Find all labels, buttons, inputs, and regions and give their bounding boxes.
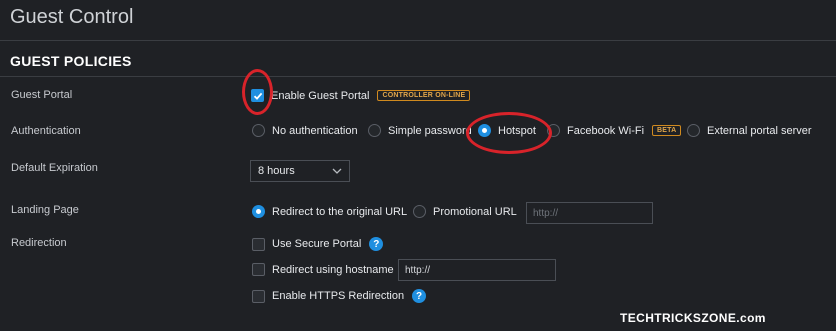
auth-option-label: External portal server xyxy=(707,124,812,137)
landing-page-label: Landing Page xyxy=(11,204,79,216)
enable-guest-portal-checkbox[interactable]: Enable Guest Portal CONTROLLER ON-LINE xyxy=(251,89,471,102)
guest-portal-label: Guest Portal xyxy=(11,89,73,101)
radio-icon[interactable] xyxy=(413,205,426,218)
landing-option-label: Redirect to the original URL xyxy=(272,205,408,218)
section-divider xyxy=(0,76,836,77)
checkbox-icon[interactable] xyxy=(252,289,265,303)
redirection-label: Redirection xyxy=(11,237,67,249)
auth-option-no-authentication[interactable]: No authentication xyxy=(252,124,358,137)
use-secure-portal-label: Use Secure Portal xyxy=(272,238,362,250)
chevron-down-icon xyxy=(332,165,342,177)
https-redirection-checkbox[interactable]: Enable HTTPS Redirection ? xyxy=(252,289,427,303)
authentication-label: Authentication xyxy=(11,125,81,137)
promotional-url-input[interactable] xyxy=(526,202,653,224)
hostname-input[interactable] xyxy=(398,259,556,281)
radio-icon[interactable] xyxy=(547,124,560,137)
beta-badge: BETA xyxy=(652,125,682,136)
help-icon[interactable]: ? xyxy=(369,237,384,251)
radio-icon[interactable] xyxy=(368,124,381,137)
https-redirection-label: Enable HTTPS Redirection xyxy=(272,290,405,302)
radio-icon[interactable] xyxy=(687,124,700,137)
checkbox-icon[interactable] xyxy=(252,263,265,276)
radio-icon[interactable] xyxy=(252,124,265,137)
auth-option-hotspot[interactable]: Hotspot xyxy=(478,124,536,137)
landing-option-redirect-original[interactable]: Redirect to the original URL xyxy=(252,205,407,218)
auth-option-external-portal-server[interactable]: External portal server xyxy=(687,124,812,137)
help-icon[interactable]: ? xyxy=(412,289,427,303)
section-title: GUEST POLICIES xyxy=(10,53,132,69)
radio-checked-icon[interactable] xyxy=(252,205,265,218)
expiration-select[interactable]: 8 hours xyxy=(250,160,350,182)
enable-guest-portal-label: Enable Guest Portal xyxy=(271,89,370,102)
checkbox-icon[interactable] xyxy=(252,237,265,251)
radio-checked-icon[interactable] xyxy=(478,124,491,137)
auth-option-simple-password[interactable]: Simple password xyxy=(368,124,472,137)
redirect-hostname-checkbox[interactable]: Redirect using hostname xyxy=(252,263,394,276)
auth-option-label: Hotspot xyxy=(498,124,536,137)
page-title: Guest Control xyxy=(10,6,134,28)
watermark: TECHTRICKSZONE.com xyxy=(620,311,766,325)
expiration-value: 8 hours xyxy=(258,165,295,177)
checkbox-checked-icon[interactable] xyxy=(251,89,264,102)
landing-option-promotional-url[interactable]: Promotional URL xyxy=(413,205,517,218)
auth-option-label: Simple password xyxy=(388,124,472,137)
auth-option-label: No authentication xyxy=(272,124,358,137)
auth-option-facebook-wifi[interactable]: Facebook Wi-Fi BETA xyxy=(547,124,682,137)
default-expiration-label: Default Expiration xyxy=(11,162,98,174)
redirect-hostname-label: Redirect using hostname xyxy=(272,263,394,276)
controller-online-badge: CONTROLLER ON-LINE xyxy=(377,90,471,101)
auth-option-label: Facebook Wi-Fi xyxy=(567,124,645,137)
title-divider xyxy=(0,40,836,41)
use-secure-portal-checkbox[interactable]: Use Secure Portal ? xyxy=(252,237,384,251)
landing-option-label: Promotional URL xyxy=(433,205,517,218)
